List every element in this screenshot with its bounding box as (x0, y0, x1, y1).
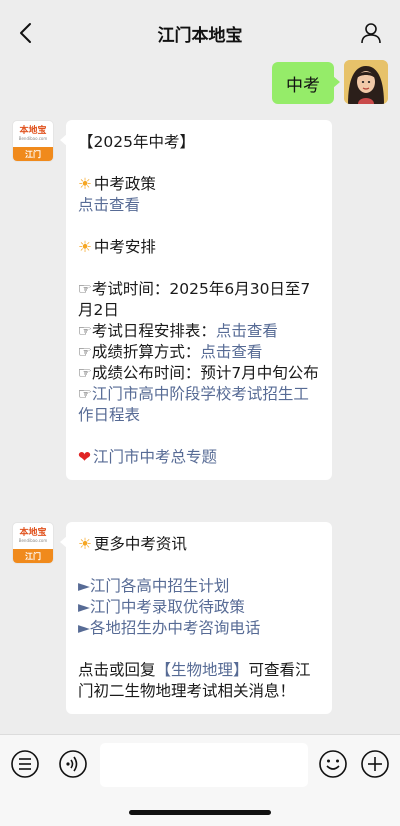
received-message-row: 本地宝 Bendibao.com 江门 ☀ 更多中考资讯 ►江门各高中招生计划 ►… (12, 522, 332, 714)
message-title: 【2025年中考】 (78, 133, 195, 151)
chat-title: 江门本地宝 (157, 25, 243, 46)
sun-icon: ☀ (78, 238, 92, 256)
arrangement-heading: ☀ 中考安排 (78, 238, 156, 256)
user-avatar-image (344, 60, 388, 104)
chevron-left-icon (20, 23, 31, 43)
user-avatar[interactable] (344, 60, 388, 104)
score-method-line: ☞成绩折算方式：点击查看 (78, 343, 263, 361)
sun-icon: ☀ (78, 535, 92, 553)
work-schedule-line: ☞江门市高中阶段学校考试招生工作日程表 (78, 385, 309, 424)
contact-info-button[interactable] (356, 18, 386, 48)
menu-button[interactable] (10, 749, 40, 779)
topic-link[interactable]: 江门市中考总专题 (93, 448, 217, 466)
work-schedule-link[interactable]: 江门市高中阶段学校考试招生工作日程表 (78, 385, 309, 424)
brand-city: 江门 (13, 549, 53, 563)
policy-heading: ☀ 中考政策 (78, 175, 156, 193)
voice-icon (59, 750, 87, 778)
policy-link[interactable]: 点击查看 (78, 195, 320, 216)
reply-hint-text: 点击或回复【生物地理】可查看江门初二生物地理考试相关消息！ (78, 661, 311, 700)
brand-avatar[interactable]: 本地宝 Bendibao.com 江门 (12, 120, 54, 162)
admission-policy-link[interactable]: ►江门中考录取优待政策 (78, 597, 320, 618)
exam-schedule-line: ☞考试日程安排表：点击查看 (78, 322, 278, 340)
brand-avatar[interactable]: 本地宝 Bendibao.com 江门 (12, 522, 54, 564)
score-method-link[interactable]: 点击查看 (200, 343, 262, 361)
sun-icon: ☀ (78, 175, 92, 193)
enrollment-plan-link[interactable]: ►江门各高中招生计划 (78, 576, 320, 597)
person-icon (361, 23, 381, 44)
topic-line: ❤ 江门市中考总专题 (78, 447, 320, 468)
emoji-icon (319, 750, 347, 778)
brand-url: Bendibao.com (18, 135, 48, 141)
exam-time-text: ☞考试时间：2025年6月30日至7月2日 (78, 280, 311, 319)
menu-list-icon (11, 750, 39, 778)
more-info-heading: ☀ 更多中考资讯 (78, 535, 187, 553)
more-button[interactable] (360, 749, 390, 779)
message-list[interactable]: 中考 本地宝 Bendibao.com 江门 【2025年中考】 ☀ 中考政策 … (0, 50, 400, 734)
emoji-button[interactable] (318, 749, 348, 779)
score-publish-text: ☞成绩公布时间：预计7月中旬公布 (78, 364, 319, 382)
sent-message-text: 中考 (286, 75, 320, 96)
exam-schedule-link[interactable]: 点击查看 (216, 322, 278, 340)
sent-message-bubble[interactable]: 中考 (272, 62, 340, 104)
plus-circle-icon (361, 750, 389, 778)
received-message-bubble: ☀ 更多中考资讯 ►江门各高中招生计划 ►江门中考录取优待政策 ►各地招生办中考咨… (60, 522, 332, 714)
heart-icon: ❤ (78, 448, 91, 466)
consult-phone-link[interactable]: ►各地招生办中考咨询电话 (78, 618, 320, 639)
reply-keyword-link[interactable]: 【生物地理】 (156, 661, 249, 679)
message-input[interactable] (100, 743, 308, 787)
brand-city: 江门 (13, 147, 53, 161)
voice-button[interactable] (58, 749, 88, 779)
received-message-bubble: 【2025年中考】 ☀ 中考政策 点击查看 ☀ 中考安排 ☞考试时间：2025年6月… (60, 120, 332, 480)
brand-url: Bendibao.com (18, 537, 48, 543)
received-message-row: 本地宝 Bendibao.com 江门 【2025年中考】 ☀ 中考政策 点击查看… (12, 120, 332, 480)
back-button[interactable] (10, 18, 40, 48)
home-indicator (129, 810, 271, 815)
sent-message-row: 中考 (272, 60, 388, 104)
